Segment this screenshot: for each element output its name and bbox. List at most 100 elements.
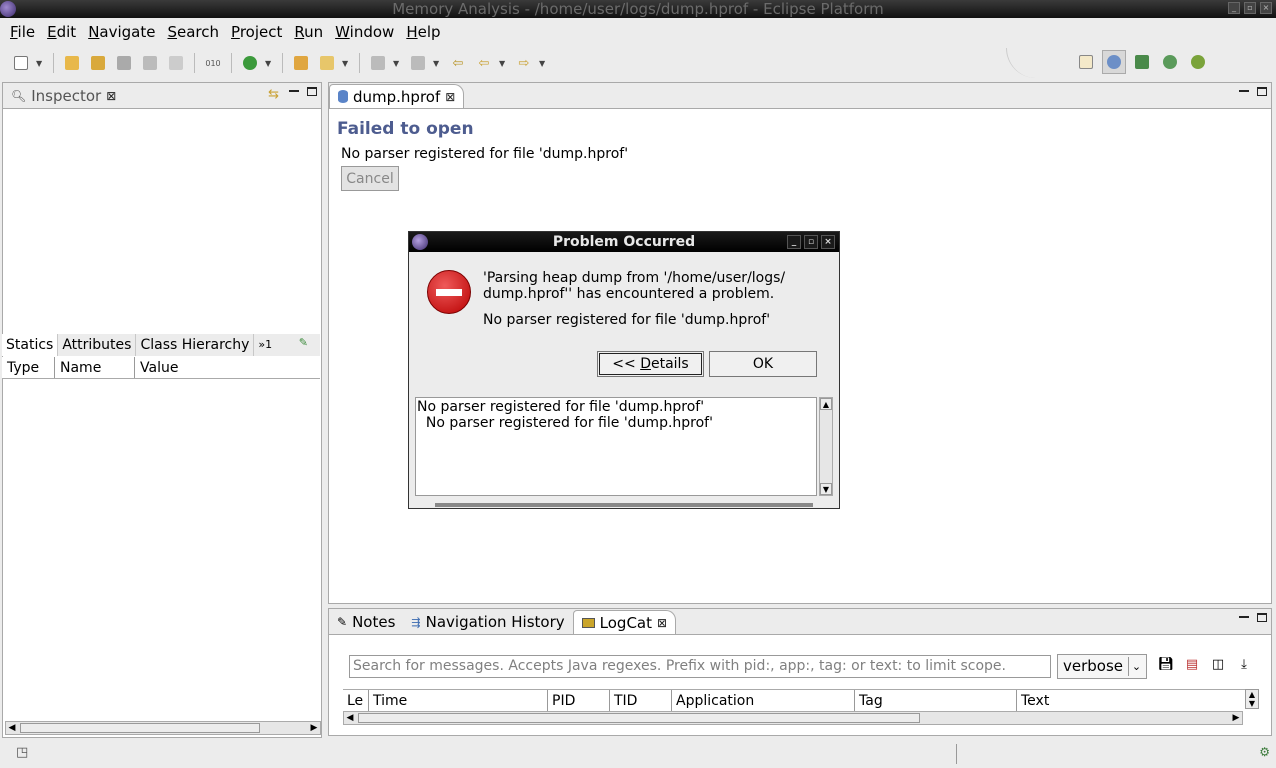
next-annotation-icon[interactable] [367,52,389,74]
column-level[interactable]: Le [343,690,369,711]
maximize-icon[interactable] [307,87,317,96]
column-tid[interactable]: TID [610,690,672,711]
java-perspective-icon[interactable] [1130,50,1154,74]
open-heap-dump-icon[interactable] [61,52,83,74]
minimize-icon[interactable] [289,87,299,92]
maximize-icon[interactable] [1257,87,1267,96]
column-time[interactable]: Time [369,690,548,711]
pin-icon[interactable]: ✎ [299,336,308,349]
menu-edit[interactable]: Edit [41,23,82,41]
tab-navigation-history[interactable]: ⇶ Navigation History [403,610,573,634]
menu-window[interactable]: Window [329,23,400,41]
minimize-icon[interactable] [1239,613,1249,618]
tab-inspector[interactable]: 🔍︎ Inspector ⊠ [3,84,125,108]
open-perspective-icon[interactable] [1074,50,1098,74]
scroll-left-icon[interactable]: ◀ [344,712,356,724]
inspector-horizontal-scrollbar[interactable]: ◀ ▶ [5,721,321,735]
print-icon[interactable] [165,52,187,74]
column-pid[interactable]: PID [548,690,610,711]
details-button[interactable]: << Details [597,351,704,377]
menu-help[interactable]: Help [400,23,446,41]
logcat-horizontal-scrollbar[interactable]: ◀ ▶ [343,711,1243,725]
ok-button[interactable]: OK [709,351,817,377]
editor-tab-bar: dump.hprof ⊠ [329,83,1271,109]
maximize-icon[interactable]: ▫ [804,235,818,249]
scroll-thumb[interactable] [20,723,260,733]
menu-navigate[interactable]: Navigate [82,23,161,41]
tab-overflow[interactable]: »1 [254,334,276,356]
scroll-lock-icon[interactable]: ⤓ [1235,657,1253,675]
close-icon[interactable]: ⊠ [657,616,667,630]
close-window-button[interactable]: × [1260,2,1272,14]
scroll-left-icon[interactable]: ◀ [6,722,18,734]
debug-perspective-icon[interactable] [1158,50,1182,74]
inspector-table-header: Type Name Value [2,357,320,379]
clear-log-icon[interactable]: ▤ [1183,657,1201,675]
window-controls: _ ▫ × [1228,2,1272,14]
tab-statics[interactable]: Statics [2,334,59,356]
memory-analysis-perspective-icon[interactable] [1102,50,1126,74]
details-text-area[interactable]: No parser registered for file 'dump.hpro… [415,397,817,496]
tab-class-hierarchy[interactable]: Class Hierarchy [136,334,255,356]
tab-dump-hprof[interactable]: dump.hprof ⊠ [329,84,465,108]
menu-file[interactable]: File [4,23,41,41]
search-tool-icon[interactable] [316,52,338,74]
menu-project[interactable]: Project [225,23,288,41]
minimize-icon[interactable]: _ [787,235,801,249]
close-icon[interactable]: × [821,235,835,249]
minimize-window-button[interactable]: _ [1228,2,1240,14]
save-icon[interactable]: 💾︎ [1157,657,1175,675]
menu-search[interactable]: Search [161,23,225,41]
column-application[interactable]: Application [672,690,855,711]
column-tag[interactable]: Tag [855,690,1017,711]
minimize-icon[interactable] [1239,87,1249,92]
maximize-window-button[interactable]: ▫ [1244,2,1256,14]
logcat-vertical-scrollbar[interactable]: ▲ ▼ [1245,689,1259,709]
run-dropdown-icon[interactable]: ▼ [265,59,275,68]
scroll-right-icon[interactable]: ▶ [1230,712,1242,724]
toolbar-separator [231,53,232,73]
scroll-down-icon[interactable]: ▼ [820,483,832,495]
android-sdk-icon[interactable]: ⚙ [1259,745,1270,759]
previous-annotation-icon[interactable] [407,52,429,74]
link-with-view-icon[interactable]: ⇆ [268,87,279,102]
close-icon[interactable]: ⊠ [445,90,455,104]
scroll-up-icon[interactable]: ▲ [820,398,832,410]
binary-icon[interactable]: 010 [202,52,224,74]
log-level-select[interactable]: verbose ⌄ [1057,654,1147,679]
toggle-panel-icon[interactable]: ◫ [1209,657,1227,675]
tab-notes[interactable]: ✎ Notes [329,610,404,634]
run-icon[interactable] [239,52,261,74]
chevron-down-icon[interactable]: ⌄ [1128,657,1144,676]
back-icon[interactable]: ⇦ [473,52,495,74]
open-file-icon[interactable] [87,52,109,74]
new-icon[interactable] [10,52,32,74]
tab-attributes[interactable]: Attributes [58,334,137,356]
column-type[interactable]: Type [2,357,55,378]
column-text[interactable]: Text [1017,690,1249,711]
logcat-search-input[interactable]: Search for messages. Accepts Java regexe… [349,655,1051,678]
cancel-button[interactable]: Cancel [341,166,399,191]
maximize-icon[interactable] [1257,613,1267,622]
save-icon[interactable] [113,52,135,74]
back-dropdown-icon[interactable]: ▼ [499,59,509,68]
save-all-icon[interactable] [139,52,161,74]
scroll-thumb[interactable] [358,713,920,723]
menu-run[interactable]: Run [288,23,329,41]
tab-logcat[interactable]: LogCat ⊠ [572,610,677,634]
ddms-perspective-icon[interactable] [1186,50,1210,74]
search-dropdown-icon[interactable]: ▼ [342,59,352,68]
forward-dropdown-icon[interactable]: ▼ [539,59,549,68]
next-annotation-dropdown-icon[interactable]: ▼ [393,59,403,68]
forward-icon[interactable]: ⇨ [513,52,535,74]
new-dropdown-icon[interactable]: ▼ [36,59,46,68]
scroll-right-icon[interactable]: ▶ [308,722,320,734]
previous-annotation-dropdown-icon[interactable]: ▼ [433,59,443,68]
close-icon[interactable]: ⊠ [106,89,116,103]
fast-view-icon[interactable]: ◳ [16,745,28,760]
open-type-icon[interactable] [290,52,312,74]
last-edit-location-icon[interactable]: ⇦ [447,52,469,74]
details-scrollbar[interactable]: ▲ ▼ [819,397,833,496]
column-value[interactable]: Value [135,357,320,378]
column-name[interactable]: Name [55,357,135,378]
